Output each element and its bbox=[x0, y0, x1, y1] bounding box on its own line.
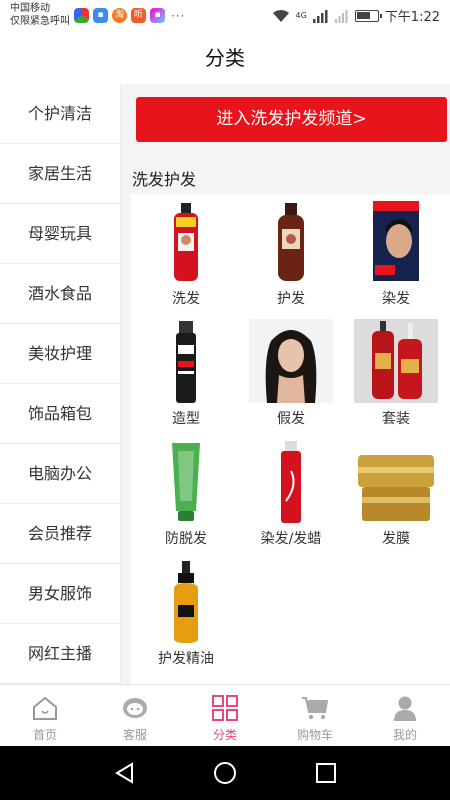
cart-icon bbox=[300, 693, 330, 723]
customer-service-icon bbox=[120, 693, 150, 723]
page-header: 分类 bbox=[0, 32, 450, 84]
nav-category[interactable]: 分类 bbox=[180, 685, 270, 746]
product-set-icon bbox=[354, 319, 438, 403]
nav-home[interactable]: 首页 bbox=[0, 685, 90, 746]
sidebar-item-computer-office[interactable]: 电脑办公 bbox=[0, 444, 120, 504]
product-item-conditioner[interactable]: 护发 bbox=[241, 194, 341, 314]
product-label: 造型 bbox=[172, 411, 200, 427]
product-label: 套装 bbox=[382, 411, 410, 427]
nav-customer-service[interactable]: 客服 bbox=[90, 685, 180, 746]
nav-category-label: 分类 bbox=[212, 728, 237, 742]
category-grid-icon bbox=[210, 693, 240, 723]
profile-icon bbox=[390, 693, 420, 723]
more-notifications-icon: ··· bbox=[171, 8, 186, 23]
product-label: 洗发 bbox=[172, 291, 200, 307]
notification-icons: ▪ 淘 听 ▪ ··· bbox=[74, 8, 185, 23]
red-shampoo-bottle-icon bbox=[144, 199, 228, 283]
product-item-dye-wax[interactable]: 染发/发蜡 bbox=[241, 434, 341, 554]
system-status: 4G 下午1:22 bbox=[272, 6, 440, 25]
product-label: 护发精油 bbox=[158, 651, 214, 667]
product-item-hair-mask[interactable]: 发膜 bbox=[346, 434, 446, 554]
back-icon[interactable] bbox=[113, 761, 137, 785]
sidebar-item-drinks-food[interactable]: 酒水食品 bbox=[0, 264, 120, 324]
bottom-navigation: 首页 客服 分类 购物车 我的 bbox=[0, 684, 450, 746]
hair-dye-box-icon bbox=[354, 199, 438, 283]
product-label: 发膜 bbox=[382, 531, 410, 547]
recent-apps-icon[interactable] bbox=[314, 761, 338, 785]
product-item-hair-oil[interactable]: 护发精油 bbox=[136, 554, 236, 674]
sidebar-item-accessories-bags[interactable]: 饰品箱包 bbox=[0, 384, 120, 444]
status-bar: 中国移动 仅限紧急呼叫 ▪ 淘 听 ▪ ··· 4G 下午1:22 bbox=[0, 0, 450, 32]
nav-profile[interactable]: 我的 bbox=[360, 685, 450, 746]
message-notification-icon: ▪ bbox=[93, 8, 108, 23]
signal-empty-icon bbox=[334, 9, 348, 23]
listen-notification-icon: 听 bbox=[131, 8, 146, 23]
styling-spray-can-icon bbox=[144, 319, 228, 403]
product-item-anti-hair-loss[interactable]: 防脱发 bbox=[136, 434, 236, 554]
hair-oil-bottle-icon bbox=[144, 559, 228, 643]
clock: 下午1:22 bbox=[384, 10, 440, 25]
product-grid: 洗发 护发 染发 造型 假发 套装 防脱发 染发/发蜡 发膜 护发精油 bbox=[131, 194, 450, 684]
home-icon bbox=[30, 693, 60, 723]
sidebar-item-apparel[interactable]: 男女服饰 bbox=[0, 564, 120, 624]
product-label: 染发 bbox=[382, 291, 410, 307]
page-title: 分类 bbox=[205, 46, 245, 70]
gold-jar-icon bbox=[354, 439, 438, 523]
nav-customer-service-label: 客服 bbox=[122, 728, 147, 742]
product-item-shampoo[interactable]: 洗发 bbox=[136, 194, 236, 314]
gallery-notification-icon: ▪ bbox=[150, 8, 165, 23]
sidebar-item-home-living[interactable]: 家居生活 bbox=[0, 144, 120, 204]
battery-icon bbox=[354, 9, 382, 22]
taobao-notification-icon: 淘 bbox=[112, 8, 127, 23]
sidebar-item-beauty-care[interactable]: 美妆护理 bbox=[0, 324, 120, 384]
nav-profile-label: 我的 bbox=[392, 728, 417, 742]
hair-care-channel-button[interactable]: 进入洗发护发频道> bbox=[136, 97, 447, 142]
nav-home-label: 首页 bbox=[32, 728, 57, 742]
category-content: 进入洗发护发频道> 洗发护发 洗发 护发 染发 造型 假发 套装 防脱发 染发/… bbox=[121, 84, 450, 684]
sidebar-item-influencers[interactable]: 网红主播 bbox=[0, 624, 120, 684]
app-notification-icon bbox=[74, 8, 89, 23]
system-navigation-bar bbox=[0, 746, 450, 800]
product-item-set[interactable]: 套装 bbox=[346, 314, 446, 434]
home-circle-icon[interactable] bbox=[213, 761, 237, 785]
wifi-icon bbox=[272, 9, 289, 22]
green-tube-icon bbox=[144, 439, 228, 523]
carrier-name: 中国移动 bbox=[10, 3, 50, 14]
product-label: 护发 bbox=[277, 291, 305, 307]
wig-model-icon bbox=[249, 319, 333, 403]
product-item-styling[interactable]: 造型 bbox=[136, 314, 236, 434]
signal-icon bbox=[312, 9, 328, 23]
sidebar-item-baby-toys[interactable]: 母婴玩具 bbox=[0, 204, 120, 264]
carrier-info: 中国移动 仅限紧急呼叫 bbox=[10, 2, 70, 28]
red-spray-can-icon bbox=[249, 439, 333, 523]
sidebar-item-member-picks[interactable]: 会员推荐 bbox=[0, 504, 120, 564]
product-label: 染发/发蜡 bbox=[260, 531, 322, 547]
category-sidebar: 个护清洁 家居生活 母婴玩具 酒水食品 美妆护理 饰品箱包 电脑办公 会员推荐 … bbox=[0, 84, 121, 684]
product-label: 防脱发 bbox=[165, 531, 207, 547]
section-title: 洗发护发 bbox=[132, 170, 197, 189]
product-item-wig[interactable]: 假发 bbox=[241, 314, 341, 434]
product-item-hair-dye[interactable]: 染发 bbox=[346, 194, 446, 314]
brown-conditioner-bottle-icon bbox=[249, 199, 333, 283]
sidebar-item-personal-care[interactable]: 个护清洁 bbox=[0, 84, 120, 144]
emergency-only-text: 仅限紧急呼叫 bbox=[10, 16, 70, 27]
network-type: 4G bbox=[295, 11, 307, 20]
nav-cart-label: 购物车 bbox=[296, 728, 333, 742]
nav-cart[interactable]: 购物车 bbox=[270, 685, 360, 746]
product-label: 假发 bbox=[277, 411, 305, 427]
